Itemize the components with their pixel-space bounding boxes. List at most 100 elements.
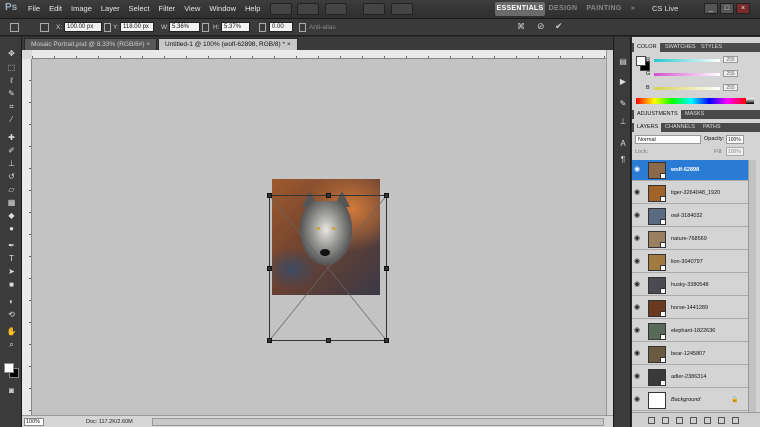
- tab-adjustments[interactable]: ADJUSTMENTS: [634, 110, 681, 119]
- extras-button[interactable]: [325, 3, 347, 15]
- slider-r-value[interactable]: 255: [723, 56, 738, 63]
- arrange-documents-button[interactable]: [363, 3, 385, 15]
- layer-row[interactable]: lion-3040797: [632, 252, 748, 273]
- tab-channels[interactable]: CHANNELS: [662, 123, 698, 132]
- slider-g-value[interactable]: 255: [723, 70, 738, 77]
- transform-handle-bl[interactable]: [267, 338, 272, 343]
- shape-tool-icon[interactable]: ■: [6, 280, 17, 289]
- foreground-color-swatch[interactable]: [4, 363, 14, 373]
- visibility-eye-icon[interactable]: [634, 189, 643, 197]
- link-aspect-icon[interactable]: [202, 23, 209, 32]
- slider-b[interactable]: [654, 87, 720, 90]
- transform-bounding-box[interactable]: [267, 193, 389, 343]
- horizontal-scrollbar[interactable]: [152, 418, 604, 426]
- workspace-essentials[interactable]: ESSENTIALS: [495, 2, 545, 16]
- history-panel-icon[interactable]: ▤: [618, 57, 628, 67]
- clone-source-panel-icon[interactable]: ⊥: [618, 117, 628, 127]
- workspace-design[interactable]: DESIGN: [548, 2, 578, 16]
- actions-panel-icon[interactable]: ▶: [618, 77, 628, 87]
- move-tool-preset-icon[interactable]: [10, 23, 19, 32]
- menu-image[interactable]: Image: [71, 4, 92, 13]
- layer-row[interactable]: nature-768569: [632, 229, 748, 250]
- hand-tool-icon[interactable]: ✋: [6, 327, 17, 336]
- transform-handle-tr[interactable]: [384, 193, 389, 198]
- visibility-eye-icon[interactable]: [634, 166, 643, 174]
- quick-select-tool-icon[interactable]: ✎: [6, 89, 17, 98]
- horizontal-ruler[interactable]: [32, 50, 606, 59]
- slider-b-value[interactable]: 255: [723, 84, 738, 91]
- crop-tool-icon[interactable]: ⌗: [6, 102, 17, 111]
- zoom-level-field[interactable]: 100%: [24, 418, 44, 426]
- menu-filter[interactable]: Filter: [159, 4, 176, 13]
- transform-handle-br[interactable]: [384, 338, 389, 343]
- type-tool-icon[interactable]: T: [6, 254, 17, 263]
- adjustment-layer-icon[interactable]: [690, 417, 697, 424]
- layer-row[interactable]: wolf-62898: [632, 160, 748, 181]
- relative-position-icon[interactable]: [104, 23, 111, 32]
- menu-view[interactable]: View: [184, 4, 200, 13]
- width-field[interactable]: 5.36%: [169, 22, 200, 32]
- blend-mode-select[interactable]: Normal: [635, 135, 701, 144]
- black-white-bar[interactable]: [746, 98, 754, 104]
- restore-button[interactable]: □: [720, 3, 734, 14]
- vertical-ruler[interactable]: [22, 59, 32, 415]
- paragraph-panel-icon[interactable]: ¶: [618, 155, 628, 165]
- tab-close-icon[interactable]: ×: [146, 41, 150, 48]
- layer-row[interactable]: bear-1245807: [632, 344, 748, 365]
- tab-color[interactable]: COLOR: [634, 43, 660, 52]
- ruler-corner[interactable]: [22, 50, 32, 59]
- slider-r[interactable]: [654, 59, 720, 62]
- tab-paths[interactable]: PATHS: [700, 123, 724, 132]
- marquee-tool-icon[interactable]: ⬚: [6, 63, 17, 72]
- tab-layers[interactable]: LAYERS: [634, 123, 662, 132]
- transform-handle-b[interactable]: [326, 338, 331, 343]
- menu-layer[interactable]: Layer: [101, 4, 120, 13]
- screen-mode-button[interactable]: [391, 3, 413, 15]
- 3d-rotate-tool-icon[interactable]: ◐: [6, 297, 17, 306]
- visibility-eye-icon[interactable]: [634, 235, 643, 243]
- visibility-eye-icon[interactable]: [634, 304, 643, 312]
- workspace-more[interactable]: »: [628, 2, 638, 16]
- tab-close-icon[interactable]: ×: [287, 41, 291, 48]
- cs-live-button[interactable]: CS Live: [652, 4, 678, 13]
- visibility-eye-icon[interactable]: [634, 212, 643, 220]
- bridge-button[interactable]: [270, 3, 292, 15]
- close-button[interactable]: ×: [736, 3, 750, 14]
- visibility-eye-icon[interactable]: [634, 373, 643, 381]
- layer-row[interactable]: horse-1441289: [632, 298, 748, 319]
- lasso-tool-icon[interactable]: ℓ: [6, 76, 17, 85]
- warp-icon[interactable]: ⌘: [517, 22, 525, 31]
- panel-foreground-swatch[interactable]: [636, 56, 646, 66]
- minimize-button[interactable]: _: [704, 3, 718, 14]
- document-size-info[interactable]: Doc: 117.2K/2.60M: [86, 419, 133, 425]
- menu-edit[interactable]: Edit: [49, 4, 62, 13]
- color-spectrum-bar[interactable]: [636, 98, 746, 104]
- fill-field[interactable]: 100%: [726, 147, 744, 156]
- layer-style-icon[interactable]: [662, 417, 669, 424]
- layers-scrollbar[interactable]: [748, 160, 756, 412]
- rotation-field[interactable]: 0.00: [269, 22, 293, 32]
- clone-stamp-tool-icon[interactable]: ⊥: [6, 159, 17, 168]
- menu-file[interactable]: File: [28, 4, 40, 13]
- layer-row[interactable]: husky-3380548: [632, 275, 748, 296]
- dodge-tool-icon[interactable]: ●: [6, 224, 17, 233]
- tab-swatches[interactable]: SWATCHES: [662, 43, 699, 52]
- path-selection-tool-icon[interactable]: ➤: [6, 267, 17, 276]
- pen-tool-icon[interactable]: ✒: [6, 241, 17, 250]
- visibility-eye-icon[interactable]: [634, 327, 643, 335]
- quick-mask-icon[interactable]: ◙: [6, 386, 17, 395]
- visibility-eye-icon[interactable]: [634, 258, 643, 266]
- reference-point-icon[interactable]: [40, 23, 49, 32]
- transform-handle-t[interactable]: [326, 193, 331, 198]
- slider-g[interactable]: [654, 73, 720, 76]
- eraser-tool-icon[interactable]: ▱: [6, 185, 17, 194]
- brush-panel-icon[interactable]: ✎: [618, 99, 628, 109]
- tab-styles[interactable]: STYLES: [698, 43, 725, 52]
- workspace-painting[interactable]: PAINTING: [586, 2, 622, 16]
- visibility-eye-icon[interactable]: [634, 350, 643, 358]
- transform-handle-r[interactable]: [384, 266, 389, 271]
- antialias-checkbox[interactable]: [299, 23, 306, 32]
- canvas[interactable]: [32, 59, 606, 415]
- tab-masks[interactable]: MASKS: [682, 110, 707, 119]
- blur-tool-icon[interactable]: ◆: [6, 211, 17, 220]
